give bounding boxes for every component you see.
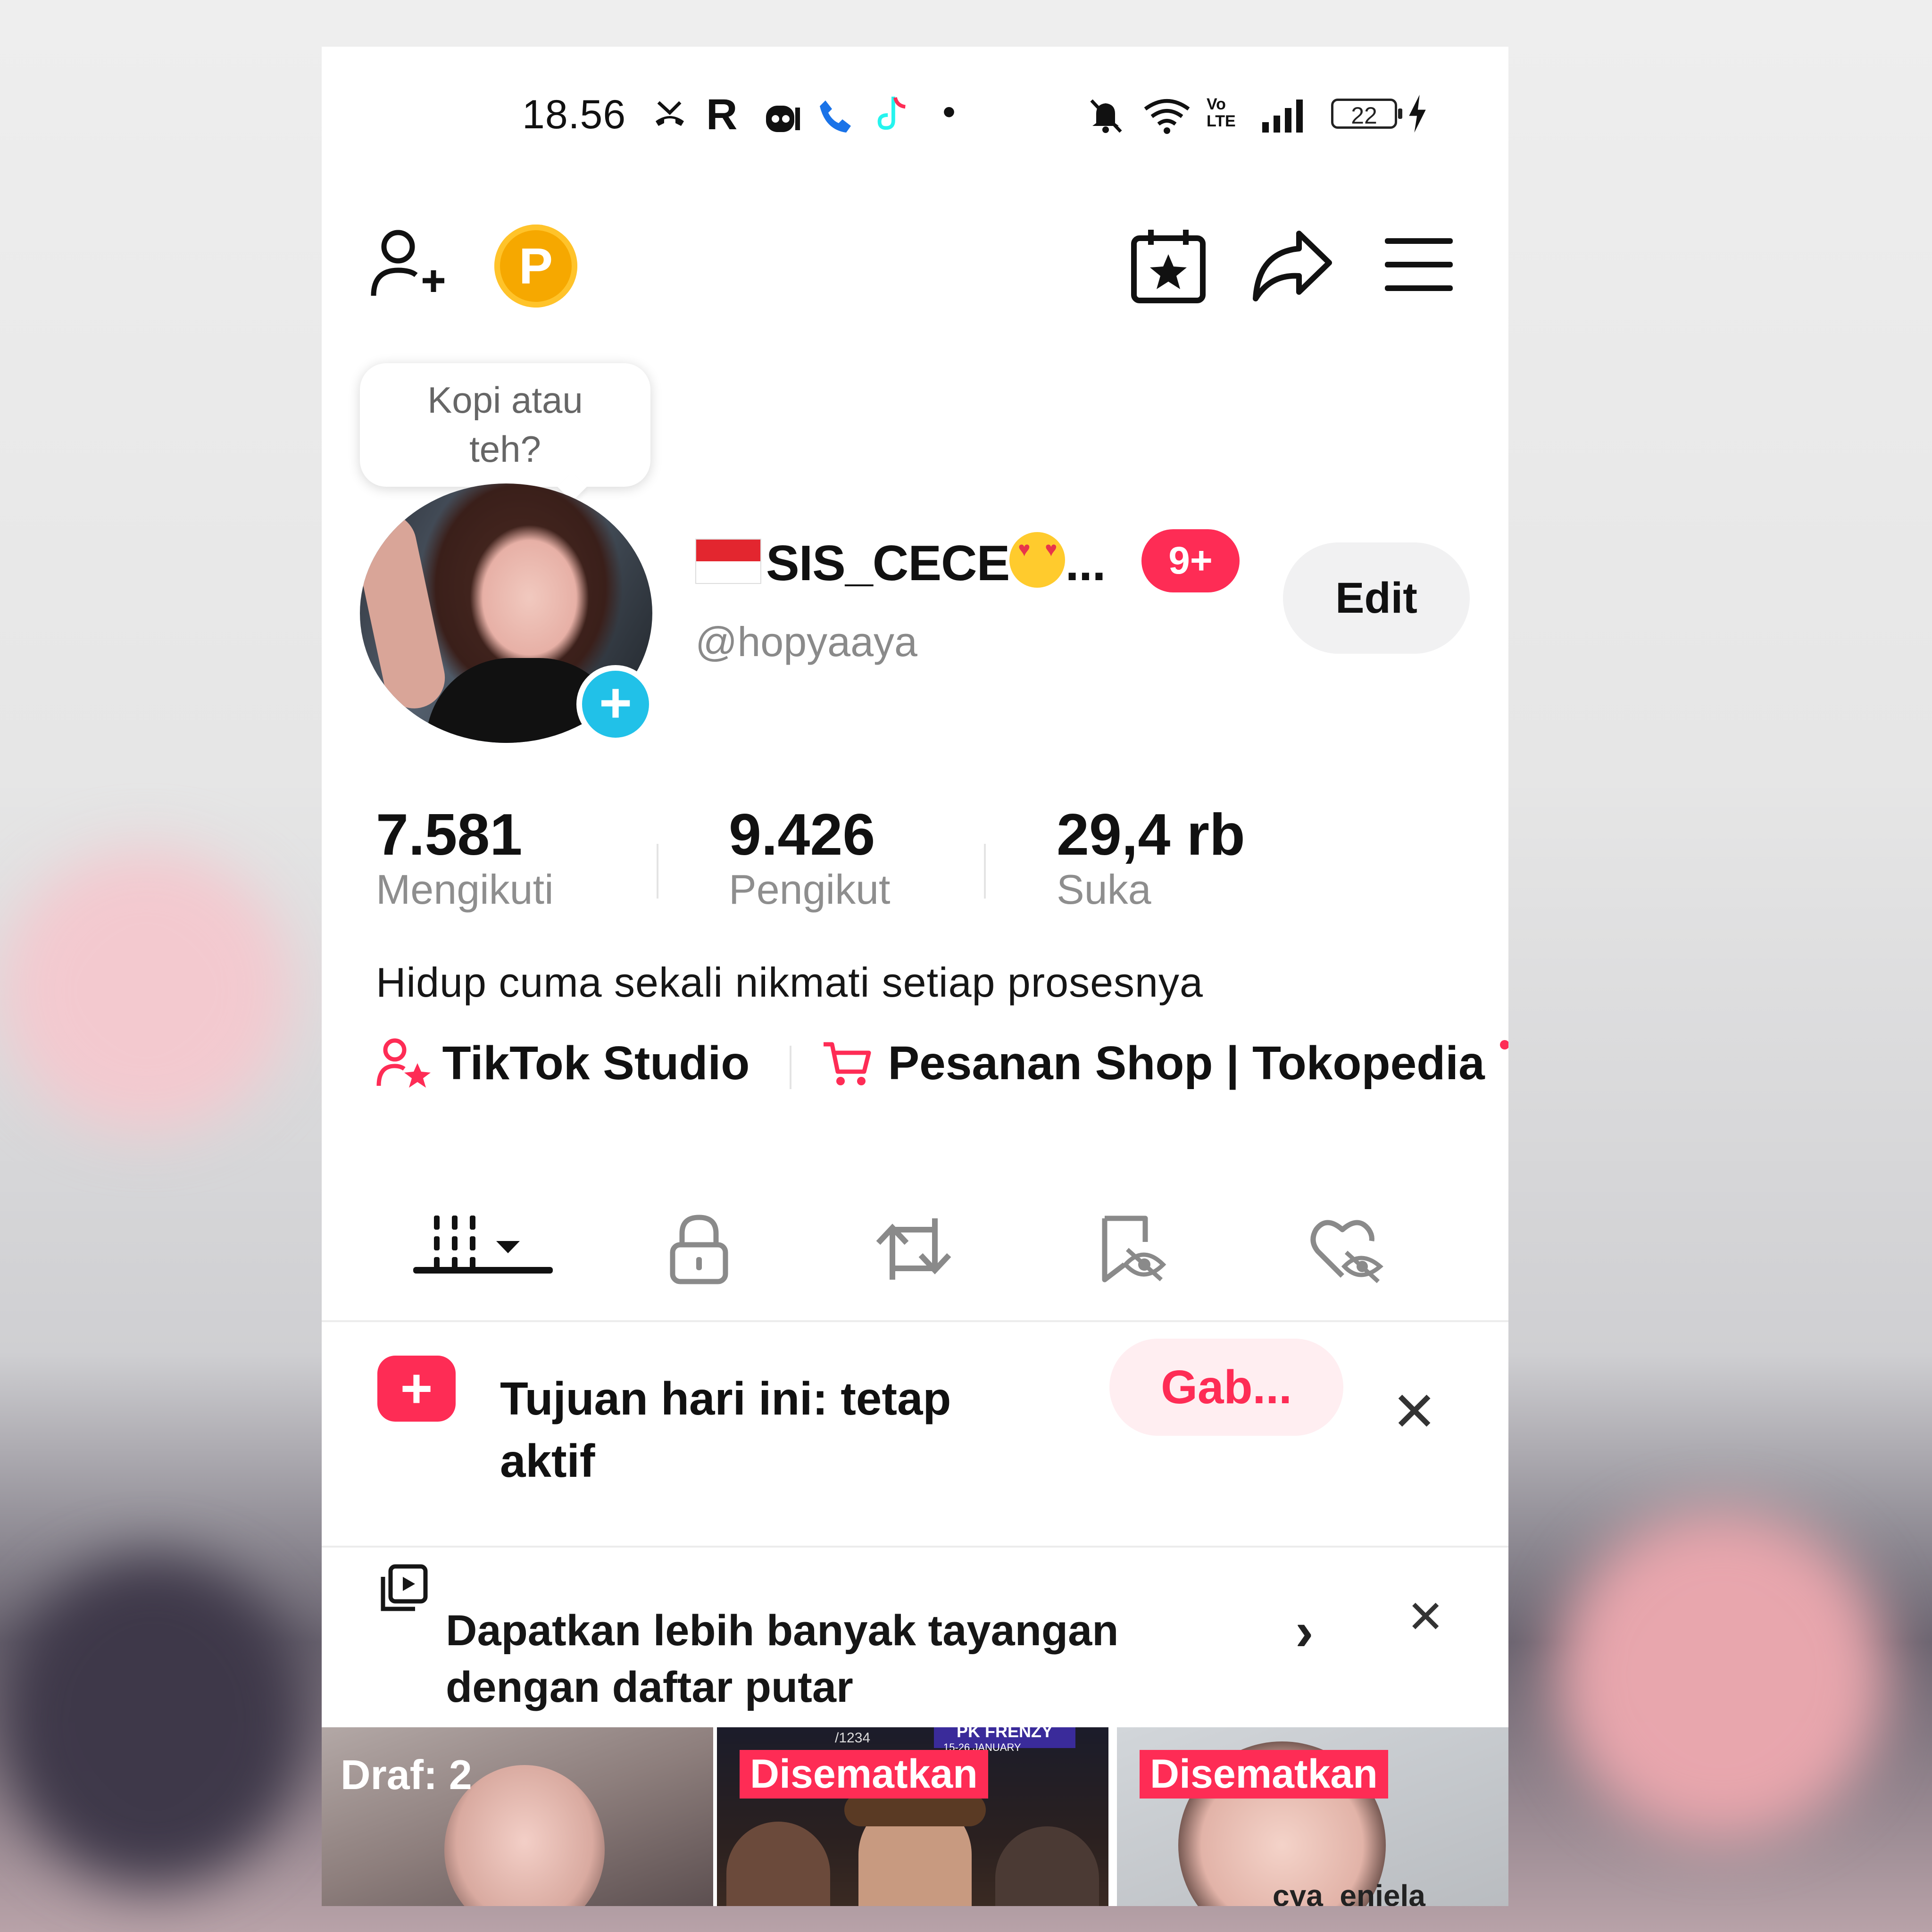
goal-banner-text: Tujuan hari ini: tetap aktif — [500, 1373, 951, 1487]
shop-notification-dot — [1500, 1040, 1508, 1049]
call-icon — [820, 100, 851, 133]
wifi-icon — [1144, 99, 1190, 134]
status-time: 18.56 — [522, 92, 626, 137]
tiktok-icon — [877, 96, 906, 130]
thumb-caption: cya_enjela — [1273, 1879, 1425, 1906]
notification-badge[interactable]: 9+ — [1141, 529, 1240, 592]
volte-icon: Vo LTE — [1207, 95, 1236, 130]
goal-join-button[interactable]: Gab... — [1109, 1339, 1343, 1436]
thumb-person-right — [995, 1826, 1099, 1906]
cart-icon — [824, 1042, 871, 1085]
playlist-banner-text: Dapatkan lebih banyak tayangan dengan da… — [446, 1607, 1119, 1711]
menu-icon[interactable] — [1385, 235, 1453, 294]
dot-icon: • — [942, 91, 956, 133]
share-icon[interactable] — [1252, 229, 1333, 302]
mute-icon — [1090, 99, 1122, 133]
tab-videos[interactable] — [430, 1212, 543, 1292]
thumb-person-left — [726, 1822, 830, 1906]
shop-orders-link[interactable]: Pesanan Shop | Tokopedia — [821, 1036, 1485, 1091]
draft-count-label: Draf: 2 — [341, 1751, 472, 1798]
backdrop-blur-left — [0, 849, 292, 1132]
stat-following[interactable]: 7.581 Mengikuti — [376, 801, 554, 914]
pinned-label: Disematkan — [740, 1750, 988, 1799]
stat-likes-value: 29,4 rb — [1057, 802, 1245, 867]
profile-handle: @hopyaaya — [695, 618, 917, 665]
avatar-photo-arm — [360, 508, 451, 714]
profile-bio: Hidup cuma sekali nikmati setiap prosesn… — [376, 959, 1203, 1006]
heart-eyes-emoji-icon — [1009, 532, 1066, 588]
creator-star-icon — [376, 1038, 431, 1088]
stat-divider — [984, 844, 986, 899]
pinned-label: Disematkan — [1140, 1750, 1388, 1799]
stat-likes[interactable]: 29,4 rb Suka — [1057, 801, 1245, 914]
playlist-chevron-icon[interactable]: › — [1295, 1599, 1314, 1663]
backdrop-blur-bottom-left — [0, 1557, 307, 1887]
indonesia-flag-icon — [695, 539, 761, 584]
stat-likes-label: Suka — [1057, 866, 1151, 913]
add-friend-icon[interactable] — [369, 226, 444, 301]
liked-hidden-icon[interactable] — [1309, 1214, 1385, 1284]
tiktok-studio-link[interactable]: TikTok Studio — [376, 1036, 749, 1091]
missed-call-icon — [656, 101, 684, 126]
saved-hidden-icon[interactable] — [1098, 1214, 1169, 1284]
grid-item-pinned-2[interactable]: Disematkan cya_enjela — [1117, 1727, 1508, 1906]
signal-icon — [1262, 100, 1303, 133]
stat-following-value: 7.581 — [376, 802, 523, 867]
phone-screen: 18.56 R • Vo LTE 22 P Kopi atau teh? + S… — [322, 47, 1508, 1906]
stat-followers-value: 9.426 — [729, 802, 875, 867]
goal-close-icon[interactable]: ✕ — [1391, 1384, 1437, 1439]
link-divider — [790, 1046, 791, 1089]
playlist-close-icon[interactable]: ✕ — [1407, 1595, 1444, 1640]
charging-icon — [1409, 94, 1426, 133]
nickname-text: SIS_CECE — [766, 535, 1010, 591]
shop-orders-label: Pesanan Shop | Tokopedia — [888, 1037, 1485, 1090]
stat-following-label: Mengikuti — [376, 866, 554, 913]
calendar-star-icon[interactable] — [1130, 228, 1207, 304]
r-app-icon: R — [706, 91, 738, 139]
tiktok-studio-label: TikTok Studio — [442, 1037, 750, 1090]
tab-active-indicator — [413, 1267, 553, 1274]
repost-icon[interactable] — [874, 1214, 954, 1284]
nickname-ellipsis: ... — [1065, 535, 1106, 591]
grid-item-draft[interactable]: Draf: 2 — [322, 1727, 713, 1906]
playlist-icon — [381, 1564, 428, 1611]
stat-followers[interactable]: 9.426 Pengikut — [729, 801, 890, 914]
add-story-icon[interactable]: + — [576, 665, 655, 743]
stat-divider — [657, 844, 658, 899]
profile-note-text: Kopi atau teh? — [427, 379, 583, 470]
thumb-sub-top: /1234 — [835, 1730, 871, 1746]
profile-note-bubble[interactable]: Kopi atau teh? — [360, 363, 650, 487]
grid-item-pinned-1[interactable]: PK FRENZY 15-26 JANUARY /1234 Disematkan — [717, 1727, 1108, 1906]
lock-icon[interactable] — [666, 1214, 732, 1284]
stat-followers-label: Pengikut — [729, 866, 891, 913]
points-coin-icon[interactable]: P — [494, 225, 577, 308]
bot-icon — [766, 106, 800, 132]
banner-divider — [322, 1546, 1508, 1548]
edit-profile-button[interactable]: Edit — [1283, 542, 1470, 654]
goal-plus-icon: + — [377, 1356, 456, 1422]
profile-nickname: SIS_CECE... — [766, 532, 1106, 592]
tabs-divider — [322, 1320, 1508, 1322]
battery-icon: 22 — [1331, 99, 1402, 129]
backdrop-blur-right — [1557, 1509, 1887, 1840]
